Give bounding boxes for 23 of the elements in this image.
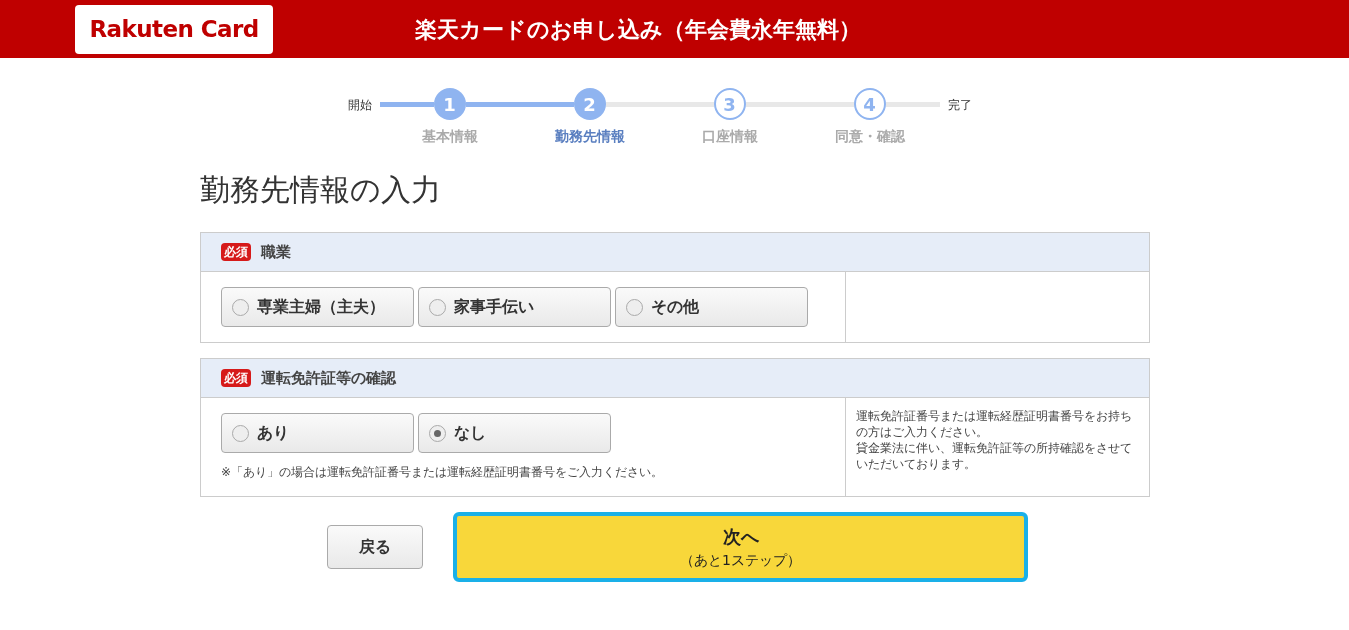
start-label: 開始 [347,97,372,114]
section-title: 職業 [261,241,291,263]
help-text: 運転免許証番号または運転経歴証明書番号をお持ちの方はご入力ください。 [856,408,1133,440]
required-badge: 必須 [221,243,251,261]
end-label: 完了 [947,97,972,114]
help-text: 貸金業法に伴い、運転免許証等の所持確認をさせていただいております。 [856,440,1133,472]
radio-option[interactable]: あり [221,413,414,453]
step-label: 基本情報 [421,127,478,146]
radio-option[interactable]: 専業主婦（主夫） [221,287,414,327]
step-label: 勤務先情報 [554,127,625,146]
required-badge: 必須 [221,369,251,387]
next-button[interactable]: 次へ （あと1ステップ） [453,512,1028,582]
page-title: 楽天カードのお申し込み（年会費永年無料） [415,15,861,44]
note-text: ※「あり」の場合は運転免許証番号または運転経歴証明書番号をご入力ください。 [221,464,665,481]
step-label: 同意・確認 [834,127,905,146]
radio-option[interactable]: 家事手伝い [418,287,611,327]
section-title: 運転免許証等の確認 [261,367,396,389]
radio-option[interactable]: その他 [615,287,808,327]
logo[interactable]: Rakuten Card [75,4,273,54]
radio-option[interactable]: なし [418,413,611,453]
step-label: 口座情報 [701,127,758,146]
page-heading: 勤務先情報の入力 [200,171,442,209]
back-button[interactable]: 戻る [327,525,423,569]
